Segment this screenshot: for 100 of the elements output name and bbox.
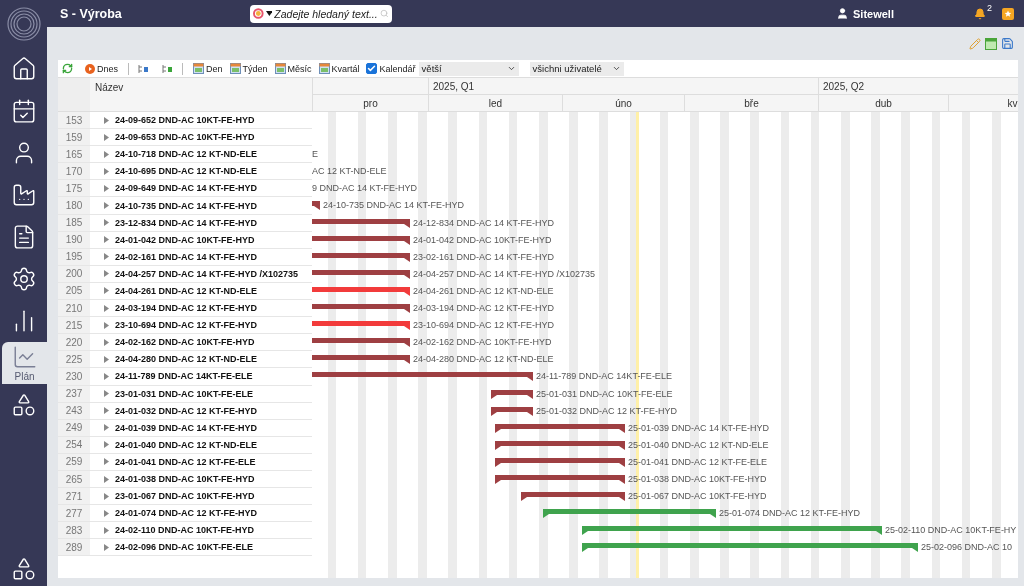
calendar-checkbox[interactable] [365,63,377,74]
size-select[interactable]: větší [418,61,519,76]
expand-arrow-icon[interactable] [104,338,109,346]
save-icon[interactable] [1001,37,1014,50]
gantt-bar[interactable] [312,269,410,279]
expand-arrow-icon[interactable] [104,526,109,534]
expand-arrow-icon[interactable] [104,167,109,175]
order-name[interactable]: 23-01-067 DND-AC 10KT-FE-HYD [115,491,255,502]
order-name[interactable]: 24-10-735 DND-AC 14 KT-FE-HYD [115,200,258,211]
order-name[interactable]: 24-09-649 DND-AC 14 KT-FE-HYD [115,183,258,194]
gantt-bar[interactable] [543,509,716,519]
gantt-bar[interactable] [491,406,533,416]
order-name[interactable]: 24-04-280 DND-AC 12 KT-ND-ELE [115,354,258,365]
view-button[interactable]: Kvartál [317,63,361,74]
pencil-icon[interactable] [969,37,981,50]
order-name[interactable]: 24-02-110 DND-AC 10KT-FE-HYD [115,525,255,536]
gantt-bar[interactable] [491,389,533,399]
today-button[interactable]: Dnes [84,63,119,74]
window-icon[interactable] [985,37,997,50]
expand-arrow-icon[interactable] [104,492,109,500]
expand-arrow-icon[interactable] [104,287,109,295]
refresh-icon[interactable] [62,63,73,74]
order-name[interactable]: 24-04-261 DND-AC 12 KT-ND-ELE [115,286,258,296]
order-name[interactable]: 24-03-194 DND-AC 12 KT-FE-HYD [115,303,258,314]
order-name[interactable]: 24-01-032 DND-AC 12 KT-FE-HYD [115,405,258,416]
order-name[interactable]: 24-01-039 DND-AC 14 KT-FE-HYD [115,422,258,433]
row-number: 165 [58,146,90,163]
order-name[interactable]: 24-09-652 DND-AC 10KT-FE-HYD [115,115,255,126]
bell-icon[interactable] [974,7,986,20]
user-name[interactable]: Sitewell [853,7,894,20]
order-name[interactable]: 24-11-789 DND-AC 14KT-FE-ELE [115,371,253,382]
order-name[interactable]: 24-09-653 DND-AC 10KT-FE-HYD [115,132,255,143]
expand-arrow-icon[interactable] [104,116,109,124]
user-select[interactable]: všichni uživatelé [529,61,624,76]
order-name[interactable]: 24-10-718 DND-AC 12 KT-ND-ELE [115,149,258,160]
gantt-bar[interactable] [312,372,533,382]
order-name[interactable]: 24-01-040 DND-AC 12 KT-ND-ELE [115,439,258,450]
order-name[interactable]: 24-10-695 DND-AC 12 KT-ND-ELE [115,166,258,177]
gantt-bar[interactable] [312,304,410,314]
collapse-icon[interactable] [138,63,149,74]
expand-arrow-icon[interactable] [104,543,109,551]
view-button[interactable]: Den [192,63,224,74]
order-name[interactable]: 24-01-038 DND-AC 10KT-FE-HYD [115,474,255,484]
caret-icon[interactable] [265,11,273,16]
gantt-bar[interactable] [312,286,410,296]
user-icon[interactable] [836,7,849,20]
gantt-bar[interactable] [582,526,882,536]
order-name[interactable]: 23-10-694 DND-AC 12 KT-FE-HYD [115,320,258,331]
order-name[interactable]: 24-01-041 DND-AC 12 KT-FE-ELE [115,456,256,467]
expand-arrow-icon[interactable] [104,355,109,363]
search-field[interactable]: Zadejte hledaný text... [250,4,392,23]
expand-arrow-icon[interactable] [104,407,109,415]
gantt-bar[interactable] [312,218,410,228]
expand-arrow-icon[interactable] [104,458,109,466]
order-name[interactable]: 23-12-834 DND-AC 14 KT-FE-HYD [115,217,258,228]
order-name[interactable]: 24-04-257 DND-AC 14 KT-FE-HYD /X102735 [115,268,299,279]
order-name[interactable]: 24-02-096 DND-AC 10KT-FE-ELE [115,542,254,553]
expand-arrow-icon[interactable] [104,236,109,244]
expand-arrow-icon[interactable] [104,509,109,517]
order-name[interactable]: 23-01-031 DND-AC 10KT-FE-ELE [115,388,254,399]
gantt-bar[interactable] [312,201,320,211]
expand-arrow-icon[interactable] [104,219,109,227]
expand-arrow-icon[interactable] [104,133,109,141]
gantt-bar[interactable] [495,423,625,433]
gantt-bar[interactable] [312,321,410,331]
expand-icon[interactable] [162,63,173,74]
order-name[interactable]: 24-01-074 DND-AC 12 KT-FE-HYD [115,508,258,519]
order-name[interactable]: 24-01-042 DND-AC 10KT-FE-HYD [115,234,255,245]
expand-arrow-icon[interactable] [104,475,109,483]
expand-arrow-icon[interactable] [104,202,109,209]
column-header[interactable]: Název [90,78,312,111]
view-button[interactable]: Měsíc [273,63,313,74]
gantt-bar[interactable] [312,355,410,365]
gantt-bar[interactable] [312,252,410,262]
logo-icon[interactable] [6,7,41,41]
view-button[interactable]: Týden [228,63,269,74]
gantt-bar[interactable] [582,543,918,553]
order-name[interactable]: 24-02-161 DND-AC 14 KT-FE-HYD [115,251,258,262]
expand-arrow-icon[interactable] [104,184,109,192]
expand-arrow-icon[interactable] [104,441,109,449]
sidebar-item[interactable]: Plán [2,342,47,384]
gantt-bar[interactable] [495,457,625,467]
expand-arrow-icon[interactable] [104,321,109,329]
color-wheel-icon[interactable] [253,8,264,19]
order-name[interactable]: 24-02-162 DND-AC 10KT-FE-HYD [115,337,255,348]
gantt-bar[interactable] [312,235,410,245]
checkbox-label[interactable]: Kalendář [379,63,416,74]
chevron-down-icon [506,64,516,73]
expand-arrow-icon[interactable] [104,304,109,312]
star-icon[interactable] [1002,7,1014,20]
expand-arrow-icon[interactable] [104,150,109,158]
gantt-bar[interactable] [495,474,625,484]
expand-arrow-icon[interactable] [104,253,109,261]
expand-arrow-icon[interactable] [104,424,109,432]
gantt-bar[interactable] [312,338,410,348]
gantt-bar[interactable] [495,440,625,450]
expand-arrow-icon[interactable] [104,372,109,380]
expand-arrow-icon[interactable] [104,270,109,278]
expand-arrow-icon[interactable] [104,390,109,398]
gantt-bar[interactable] [521,492,625,502]
